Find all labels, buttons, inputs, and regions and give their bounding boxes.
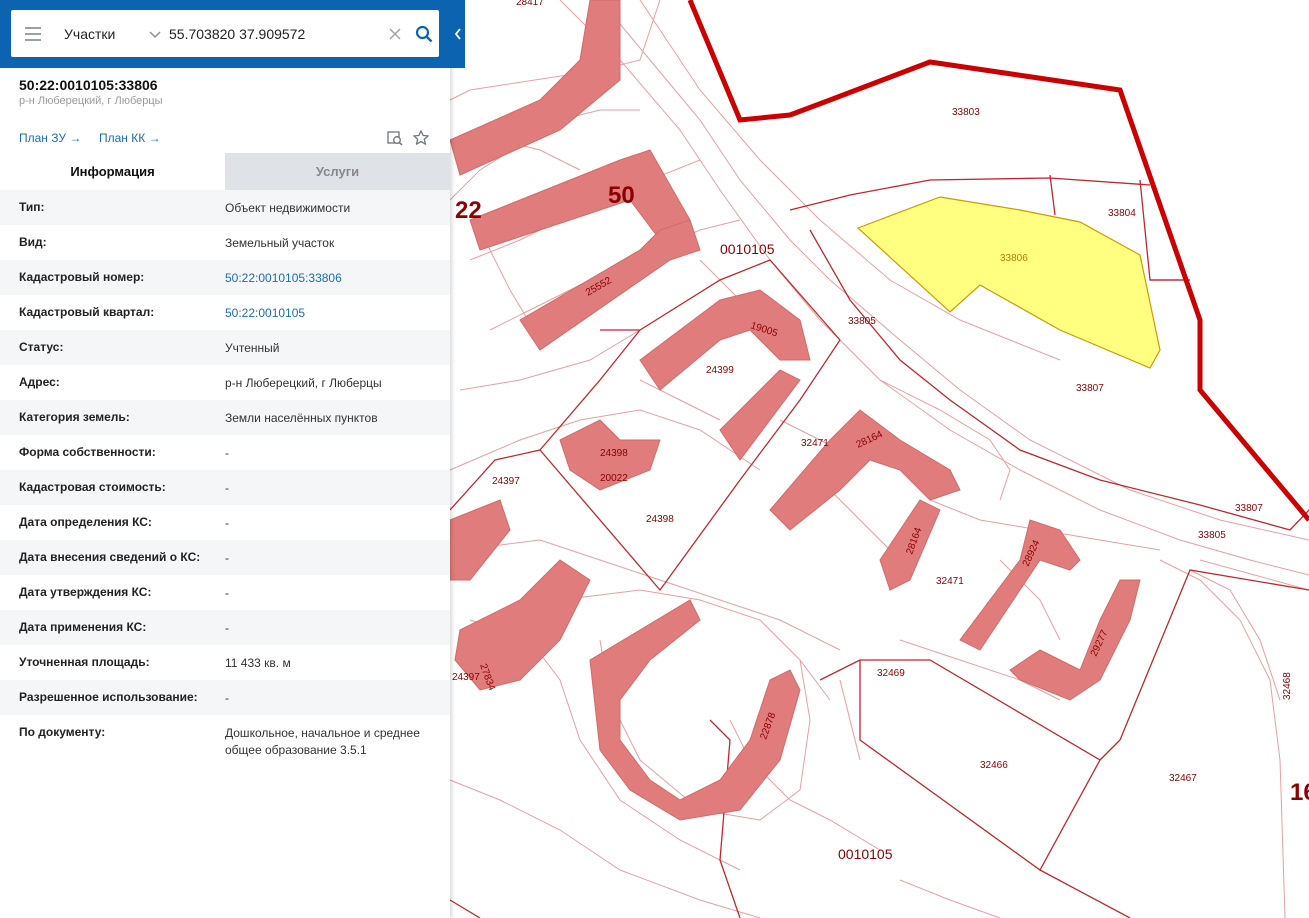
parcel-cad-number: 50:22:0010105:33806 [19,77,158,93]
parcel-label-24398: 24398 [600,448,628,459]
plan-kk-link[interactable]: План КК → [99,131,161,145]
clear-icon[interactable] [381,10,409,57]
info-row-cad-value: Кадастровая стоимость: - [0,470,450,505]
parcel-label-20022: 20022 [600,473,628,484]
info-key: Кадастровая стоимость: [19,480,166,494]
info-row-by-document: По документу: Дошкольное, начальное и ср… [0,715,450,767]
info-value: - [225,621,229,635]
info-key: Уточненная площадь: [19,655,150,669]
info-row-cad-number: Кадастровый номер: 50:22:0010105:33806 [0,260,450,295]
info-key: Категория земель: [19,410,130,424]
star-icon[interactable] [411,128,431,148]
info-value: Учтенный [225,341,280,355]
search-input[interactable] [167,10,381,57]
info-value: - [225,446,229,460]
info-value: 11 433 кв. м [225,656,291,670]
parcel-label-24398: 24398 [646,514,674,525]
info-row-ks-defined: Дата определения КС: - [0,505,450,540]
info-key: Дата определения КС: [19,515,152,529]
collapse-panel-button[interactable] [450,0,465,68]
parcel-label-32471: 32471 [936,576,964,587]
info-row-cad-quarter: Кадастровый квартал: 50:22:0010105 [0,295,450,330]
parcel-label-33807: 33807 [1235,503,1263,514]
parcel-label-33807: 33807 [1076,383,1104,394]
info-key: Тип: [19,200,45,214]
layer-select-label: Участки [64,25,116,42]
parcel-label-28417: 28417 [516,0,544,8]
info-value: Земли населённых пунктов [225,411,378,425]
parcel-label-33806: 33806 [1000,253,1028,264]
info-row-area: Уточненная площадь: 11 433 кв. м [0,645,450,680]
cad-number-link[interactable]: 50:22:0010105:33806 [206,270,436,287]
parcel-label-33805: 33805 [848,316,876,327]
parcel-label-33805: 33805 [1198,530,1226,541]
info-value: Земельный участок [225,236,335,250]
info-key: Дата утверждения КС: [19,585,152,599]
quarter-label-top: 0010105 [720,241,775,257]
info-row-ownership: Форма собственности: - [0,435,450,470]
info-row-ks-applied: Дата применения КС: - [0,610,450,645]
info-row-address: Адрес: р-н Люберецкий, г Люберцы [0,365,450,400]
search-icon[interactable] [409,10,439,57]
info-key: Дата внесения сведений о КС: [19,550,201,564]
info-key: По документу: [19,725,106,739]
info-value: Объект недвижимости [225,201,351,215]
parcel-label-32469: 32469 [877,668,905,679]
info-value: - [225,691,229,705]
info-row-ks-entered: Дата внесения сведений о КС: - [0,540,450,575]
parcel-label-24399: 24399 [706,365,734,376]
info-table: Тип: Объект недвижимости Вид: Земельный … [0,190,450,767]
info-key: Кадастровый квартал: [19,305,155,319]
parcel-label-24397: 24397 [492,476,520,487]
layer-select[interactable]: Участки [55,10,167,57]
parcel-label-33804: 33804 [1108,208,1136,219]
district-label-16: 16 [1290,779,1309,806]
parcel-address: р-н Люберецкий, г Люберцы [19,95,163,107]
info-value: р-н Люберецкий, г Люберцы [225,376,382,390]
chevron-down-icon [149,30,161,38]
district-label-22: 22 [455,197,482,224]
info-key: Разрешенное использование: [19,690,198,704]
info-value: Дошкольное, начальное и среднее общее об… [225,726,420,757]
info-row-status: Статус: Учтенный [0,330,450,365]
info-key: Вид: [19,235,47,249]
tab-services[interactable]: Услуги [225,153,450,190]
search-bar: Участки [0,0,465,68]
buildings [449,0,1141,821]
info-row-land-category: Категория земель: Земли населённых пункт… [0,400,450,435]
parcel-label-24397: 24397 [452,672,480,683]
info-row-permitted-use: Разрешенное использование: - [0,680,450,715]
parcel-label-32468: 32468 [1282,672,1293,700]
cad-quarter-link[interactable]: 50:22:0010105 [206,305,436,322]
chevron-left-icon [454,28,461,40]
parcel-label-32467: 32467 [1169,773,1197,784]
search-box: Участки [11,10,439,57]
panel-tabs: Информация Услуги [0,153,450,190]
info-row-type: Тип: Объект недвижимости [0,190,450,225]
district-label-50: 50 [608,182,635,209]
info-panel: 50:22:0010105:33806 р-н Люберецкий, г Лю… [0,0,450,918]
menu-icon[interactable] [11,10,55,57]
info-key: Статус: [19,340,64,354]
info-key: Форма собственности: [19,445,156,459]
info-value: - [225,481,229,495]
tab-information[interactable]: Информация [0,153,225,190]
info-value: - [225,516,229,530]
parcel-label-33803: 33803 [952,107,980,118]
info-value: - [225,586,229,600]
parcel-label-32471: 32471 [801,438,829,449]
plan-zu-link[interactable]: План ЗУ → [19,131,81,145]
info-key: Адрес: [19,375,60,389]
info-value: - [225,551,229,565]
info-key: Дата применения КС: [19,620,147,634]
parcel-label-32466: 32466 [980,760,1008,771]
zoom-to-object-icon[interactable] [385,128,405,148]
info-row-kind: Вид: Земельный участок [0,225,450,260]
info-key: Кадастровый номер: [19,270,145,284]
info-row-ks-approved: Дата утверждения КС: - [0,575,450,610]
quarter-label-bottom: 0010105 [838,846,893,862]
